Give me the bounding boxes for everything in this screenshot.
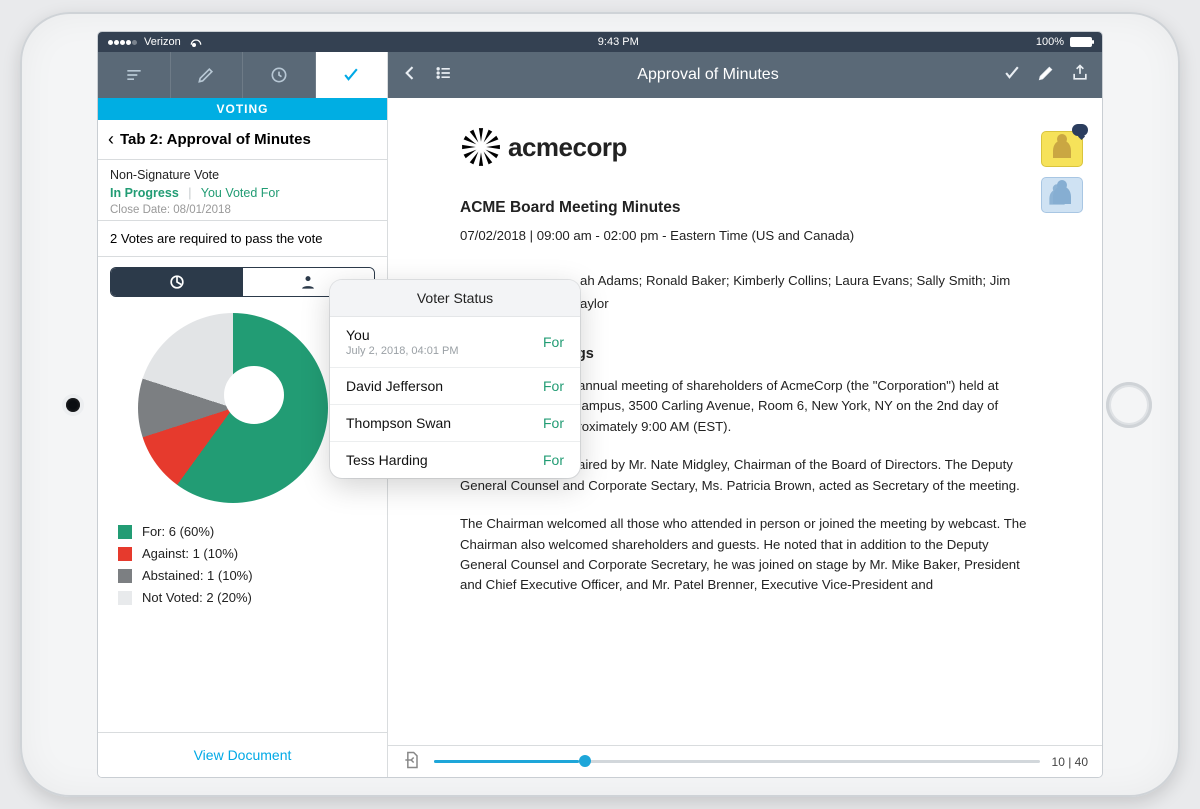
- voter-status-popover: Voter Status YouJuly 2, 2018, 04:01 PM F…: [330, 280, 580, 478]
- legend-abstained: Abstained: 1 (10%): [142, 568, 253, 583]
- brand-name: acmecorp: [508, 127, 627, 167]
- vote-status: In Progress: [110, 186, 179, 200]
- attendees-badge[interactable]: [1042, 178, 1082, 212]
- doc-list-icon[interactable]: [434, 63, 454, 88]
- voter-row[interactable]: Thompson Swan For: [330, 405, 580, 442]
- legend-swatch-notvoted: [118, 591, 132, 605]
- battery-icon: [1070, 37, 1092, 47]
- tab-check-icon[interactable]: [316, 52, 388, 98]
- status-time: 9:43 PM: [201, 36, 1036, 48]
- annotate-icon[interactable]: [1036, 63, 1056, 88]
- pie-chart: [138, 313, 328, 503]
- vote-close-date: Close Date: 08/01/2018: [110, 204, 375, 216]
- back-chevron-icon[interactable]: ‹: [108, 129, 114, 150]
- page-counter: 10 | 40: [1052, 755, 1088, 769]
- legend-for: For: 6 (60%): [142, 524, 214, 539]
- bottom-bar: 10 | 40: [388, 745, 1102, 777]
- document-header: Approval of Minutes: [388, 52, 1102, 98]
- status-bar: Verizon 9:43 PM 100%: [98, 32, 1102, 52]
- tab-pencil-icon[interactable]: [171, 52, 244, 98]
- document-title: Approval of Minutes: [468, 66, 988, 84]
- approve-icon[interactable]: [1002, 63, 1022, 88]
- voting-banner: VOTING: [98, 98, 387, 120]
- vote-info: Non-Signature Vote In Progress | You Vot…: [98, 160, 387, 221]
- doc-meta: 07/02/2018 | 09:00 am - 02:00 pm - Easte…: [460, 226, 1032, 246]
- segment-chart[interactable]: [111, 268, 243, 296]
- wifi-icon: [187, 37, 201, 47]
- tab-clock-icon[interactable]: [243, 52, 316, 98]
- brand-logo: acmecorp: [460, 126, 1032, 168]
- view-document-button[interactable]: View Document: [98, 732, 387, 777]
- para-welcome: The Chairman welcomed all those who atte…: [460, 514, 1032, 596]
- ipad-frame: Verizon 9:43 PM 100% VOTING ‹: [20, 12, 1180, 797]
- doc-back-icon[interactable]: [400, 63, 420, 88]
- sun-icon: [460, 126, 502, 168]
- legend-notvoted: Not Voted: 2 (20%): [142, 590, 252, 605]
- pie-legend: For: 6 (60%) Against: 1 (10%) Abstained:…: [98, 517, 387, 622]
- breadcrumb-title: Tab 2: Approval of Minutes: [120, 131, 311, 148]
- legend-swatch-against: [118, 547, 132, 561]
- my-comments-badge[interactable]: [1042, 132, 1082, 166]
- tab-list-icon[interactable]: [98, 52, 171, 98]
- legend-against: Against: 1 (10%): [142, 546, 238, 561]
- battery-label: 100%: [1036, 36, 1064, 48]
- carrier-label: Verizon: [144, 36, 181, 48]
- voter-row[interactable]: Tess Harding For: [330, 442, 580, 478]
- vote-type: Non-Signature Vote: [110, 168, 375, 182]
- legend-swatch-for: [118, 525, 132, 539]
- legend-swatch-abstained: [118, 569, 132, 583]
- voter-row[interactable]: YouJuly 2, 2018, 04:01 PM For: [330, 317, 580, 368]
- screen: Verizon 9:43 PM 100% VOTING ‹: [98, 32, 1102, 777]
- user-vote-status: You Voted For: [201, 186, 280, 200]
- popover-title: Voter Status: [330, 280, 580, 317]
- vote-requirement: 2 Votes are required to pass the vote: [98, 221, 387, 257]
- signal-icon: [108, 36, 138, 48]
- left-tab-bar: [98, 52, 387, 98]
- home-button[interactable]: [1106, 382, 1152, 428]
- breadcrumb[interactable]: ‹ Tab 2: Approval of Minutes: [98, 120, 387, 160]
- voter-row[interactable]: David Jefferson For: [330, 368, 580, 405]
- doc-heading: ACME Board Meeting Minutes: [460, 196, 1032, 220]
- page-export-icon[interactable]: [402, 750, 422, 773]
- share-icon[interactable]: [1070, 63, 1090, 88]
- page-scrubber[interactable]: [434, 760, 1040, 763]
- device-camera: [66, 398, 80, 412]
